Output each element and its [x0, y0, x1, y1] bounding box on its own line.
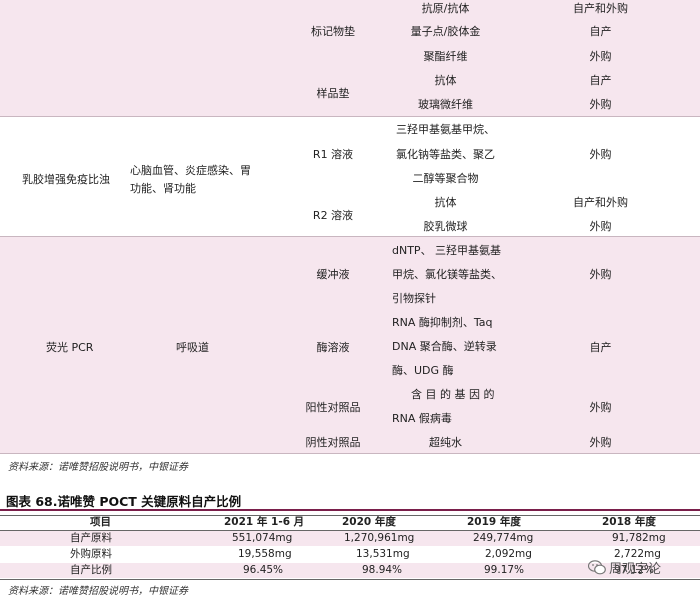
row-label: 外购原料 — [70, 548, 112, 560]
source-cell: 外购 — [589, 148, 612, 161]
table-cell: 19,558mg — [238, 548, 292, 560]
component-sample-pad: 样品垫 — [316, 87, 350, 100]
watermark: 周观宇论 — [587, 558, 662, 577]
row-label: 自产原料 — [70, 532, 112, 544]
source-cell: 自产 — [589, 341, 612, 354]
source-cell: 外购 — [589, 436, 612, 449]
material-line: RNA 酶抑制剂、Taq — [392, 316, 493, 329]
material-cell: 抗体 — [434, 74, 457, 87]
table-cell: 1,270,961mg — [344, 532, 415, 544]
source-cell: 外购 — [589, 50, 612, 63]
source-cell: 外购 — [589, 98, 612, 111]
material-line: 含 目 的 基 因 的 — [411, 388, 495, 401]
source-note: 资料来源：诺唯赞招股说明书，中银证券 — [8, 586, 188, 597]
source-cell: 自产和外购 — [573, 2, 628, 15]
table-cell: 13,531mg — [356, 548, 410, 560]
material-line: RNA 假病毒 — [392, 412, 452, 425]
component-enzyme: 酶溶液 — [316, 341, 350, 354]
table-cell: 98.94% — [362, 564, 403, 576]
material-line: dNTP、 三羟甲基氨基 — [392, 244, 502, 257]
watermark-text: 周观宇论 — [609, 562, 662, 577]
header-cell: 项目 — [90, 516, 111, 528]
table-cell: 96.45% — [243, 564, 284, 576]
table-cell: 551,074mg — [232, 532, 293, 544]
source-cell: 外购 — [589, 401, 612, 414]
source-cell: 外购 — [589, 220, 612, 233]
source-cell: 自产和外购 — [573, 196, 628, 209]
component-negative-control: 阴性对照品 — [305, 436, 361, 449]
material-line: 酶、UDG 酶 — [392, 364, 454, 377]
material-line: 二醇等聚合物 — [412, 172, 479, 185]
header-cell: 2018 年度 — [602, 516, 656, 528]
material-cell: 聚酯纤维 — [423, 50, 468, 63]
area-latex-line2: 功能、肾功能 — [130, 182, 196, 195]
table-cell: 2,092mg — [485, 548, 532, 560]
source-cell: 外购 — [589, 268, 612, 281]
material-cell: 抗体 — [434, 196, 457, 209]
material-line: 甲烷、氯化镁等盐类、 — [392, 268, 502, 281]
table-header-row: 项目 2021 年 1-6 月 2020 年度 2019 年度 2018 年度 — [0, 515, 700, 530]
component-r1: R1 溶液 — [312, 148, 354, 161]
area-latex-line1: 心脑血管、炎症感染、胃 — [130, 164, 251, 177]
table-bottom-rule — [0, 579, 700, 580]
table-cell: 99.17% — [484, 564, 525, 576]
header-cell: 2019 年度 — [467, 516, 521, 528]
material-line: 引物探针 — [392, 292, 436, 305]
material-cell: 量子点/胶体金 — [410, 25, 481, 38]
component-marker-pad: 标记物垫 — [311, 25, 355, 38]
material-cell: 玻璃微纤维 — [418, 98, 473, 111]
table-row: 自产原料 551,074mg 1,270,961mg 249,774mg 91,… — [0, 531, 700, 546]
figure-title: 图表 68.诺唯赞 POCT 关键原料自产比例 — [6, 494, 242, 509]
row-divider — [0, 453, 700, 454]
table-cell: 91,782mg — [612, 532, 666, 544]
method-latex: 乳胶增强免疫比浊 — [22, 173, 110, 186]
material-cell: 胶乳微球 — [423, 220, 468, 233]
material-cell: 抗原/抗体 — [421, 2, 470, 15]
material-line: DNA 聚合酶、逆转录 — [392, 340, 497, 353]
component-buffer: 缓冲液 — [316, 268, 350, 281]
source-cell: 自产 — [589, 25, 612, 38]
area-pcr: 呼吸道 — [176, 341, 209, 354]
material-cell: 超纯水 — [429, 436, 462, 449]
method-pcr: 荧光 PCR — [46, 341, 94, 354]
source-note: 资料来源：诺唯赞招股说明书，中银证券 — [8, 462, 188, 473]
table-cell: 249,774mg — [473, 532, 534, 544]
header-cell: 2020 年度 — [342, 516, 396, 528]
component-r2: R2 溶液 — [312, 209, 354, 222]
component-positive-control: 阳性对照品 — [305, 401, 361, 414]
material-line: 氯化钠等盐类、聚乙 — [396, 148, 495, 161]
material-line: 三羟甲基氨基甲烷、 — [396, 123, 495, 136]
wechat-icon — [587, 560, 606, 575]
header-cell: 2021 年 1-6 月 — [224, 516, 305, 528]
source-cell: 自产 — [589, 74, 612, 87]
title-underline — [0, 509, 700, 511]
row-label: 自产比例 — [70, 564, 112, 576]
